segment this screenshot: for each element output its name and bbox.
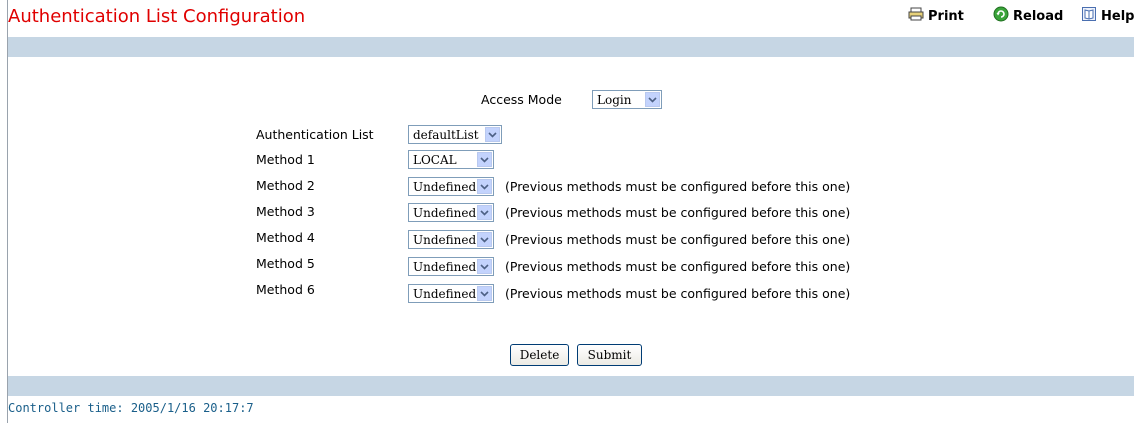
- method-3-value: Undefined: [413, 205, 477, 220]
- print-link[interactable]: Print: [908, 6, 964, 26]
- page: Authentication List Configuration Print …: [0, 0, 1134, 423]
- reload-label: Reload: [1013, 8, 1064, 24]
- header-band: [8, 37, 1134, 57]
- help-book-icon: [1081, 6, 1097, 26]
- reload-link[interactable]: Reload: [993, 6, 1063, 26]
- method-1-label: Method 1: [256, 152, 315, 167]
- method-4-note: (Previous methods must be configured bef…: [505, 232, 851, 247]
- auth-list-value: defaultList: [413, 127, 479, 142]
- controller-time: Controller time: 2005/1/16 20:17:7: [8, 401, 254, 415]
- method-5-label: Method 5: [256, 256, 315, 271]
- chevron-down-icon: [477, 232, 492, 247]
- print-label: Print: [928, 8, 964, 24]
- chevron-down-icon: [477, 259, 492, 274]
- method-5-select[interactable]: Undefined: [408, 257, 494, 276]
- method-4-select[interactable]: Undefined: [408, 230, 494, 249]
- auth-list-label: Authentication List: [256, 127, 374, 142]
- access-mode-select[interactable]: Login: [592, 90, 662, 109]
- method-1-value: LOCAL: [413, 152, 457, 167]
- method-5-value: Undefined: [413, 259, 477, 274]
- method-2-value: Undefined: [413, 179, 477, 194]
- method-3-select[interactable]: Undefined: [408, 203, 494, 222]
- access-mode-value: Login: [597, 92, 632, 107]
- chevron-down-icon: [645, 92, 660, 107]
- method-2-label: Method 2: [256, 178, 315, 193]
- method-6-value: Undefined: [413, 286, 477, 301]
- method-4-value: Undefined: [413, 232, 477, 247]
- method-3-note: (Previous methods must be configured bef…: [505, 205, 851, 220]
- left-border: [7, 0, 8, 423]
- method-3-label: Method 3: [256, 204, 315, 219]
- delete-button[interactable]: Delete: [510, 344, 569, 366]
- chevron-down-icon: [477, 205, 492, 220]
- method-6-label: Method 6: [256, 282, 315, 297]
- chevron-down-icon: [485, 127, 500, 142]
- auth-list-select[interactable]: defaultList: [408, 125, 502, 144]
- method-6-note: (Previous methods must be configured bef…: [505, 286, 851, 301]
- help-link[interactable]: Help: [1081, 6, 1134, 26]
- method-6-select[interactable]: Undefined: [408, 284, 494, 303]
- printer-icon: [908, 7, 924, 25]
- chevron-down-icon: [477, 286, 492, 301]
- chevron-down-icon: [477, 152, 492, 167]
- submit-button[interactable]: Submit: [577, 344, 642, 366]
- method-2-note: (Previous methods must be configured bef…: [505, 179, 851, 194]
- method-4-label: Method 4: [256, 230, 315, 245]
- method-5-note: (Previous methods must be configured bef…: [505, 259, 851, 274]
- page-title: Authentication List Configuration: [8, 6, 306, 27]
- help-label: Help: [1101, 8, 1134, 24]
- reload-icon: [993, 6, 1009, 26]
- method-1-select[interactable]: LOCAL: [408, 150, 494, 169]
- chevron-down-icon: [477, 179, 492, 194]
- method-2-select[interactable]: Undefined: [408, 177, 494, 196]
- access-mode-label: Access Mode: [481, 92, 562, 107]
- footer-band: [8, 376, 1134, 396]
